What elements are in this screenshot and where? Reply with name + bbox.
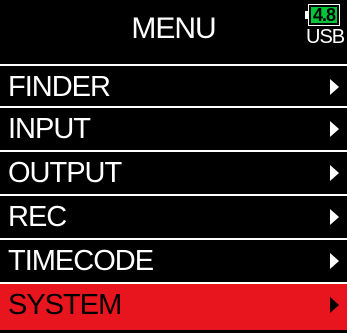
menu-item-label: INPUT bbox=[8, 113, 91, 145]
menu-list: FINDER INPUT OUTPUT REC TIMECODE SYSTEM bbox=[0, 64, 347, 330]
power-source-label: USB bbox=[306, 26, 345, 48]
page-title: MENU bbox=[131, 12, 216, 45]
menu-item-output[interactable]: OUTPUT bbox=[0, 152, 347, 196]
chevron-right-icon bbox=[330, 79, 339, 95]
menu-item-label: TIMECODE bbox=[8, 245, 154, 277]
header-bar: MENU 4.8 USB bbox=[0, 0, 347, 60]
chevron-right-icon bbox=[330, 165, 339, 181]
chevron-right-icon bbox=[330, 209, 339, 225]
chevron-right-icon bbox=[330, 297, 339, 313]
menu-item-label: OUTPUT bbox=[8, 157, 122, 189]
menu-item-input[interactable]: INPUT bbox=[0, 108, 347, 152]
menu-item-label: REC bbox=[8, 201, 67, 233]
battery-voltage: 4.8 bbox=[312, 5, 336, 25]
menu-item-timecode[interactable]: TIMECODE bbox=[0, 240, 347, 284]
menu-item-system[interactable]: SYSTEM bbox=[0, 284, 347, 330]
menu-item-label: FINDER bbox=[8, 71, 111, 103]
menu-item-finder[interactable]: FINDER bbox=[0, 64, 347, 108]
battery-indicator: 4.8 USB bbox=[305, 4, 345, 52]
chevron-right-icon bbox=[330, 253, 339, 269]
menu-item-label: SYSTEM bbox=[8, 289, 122, 321]
menu-item-rec[interactable]: REC bbox=[0, 196, 347, 240]
device-screen: MENU 4.8 USB FINDER INPUT OUTPUT REC TIM… bbox=[0, 0, 347, 333]
chevron-right-icon bbox=[330, 121, 339, 137]
